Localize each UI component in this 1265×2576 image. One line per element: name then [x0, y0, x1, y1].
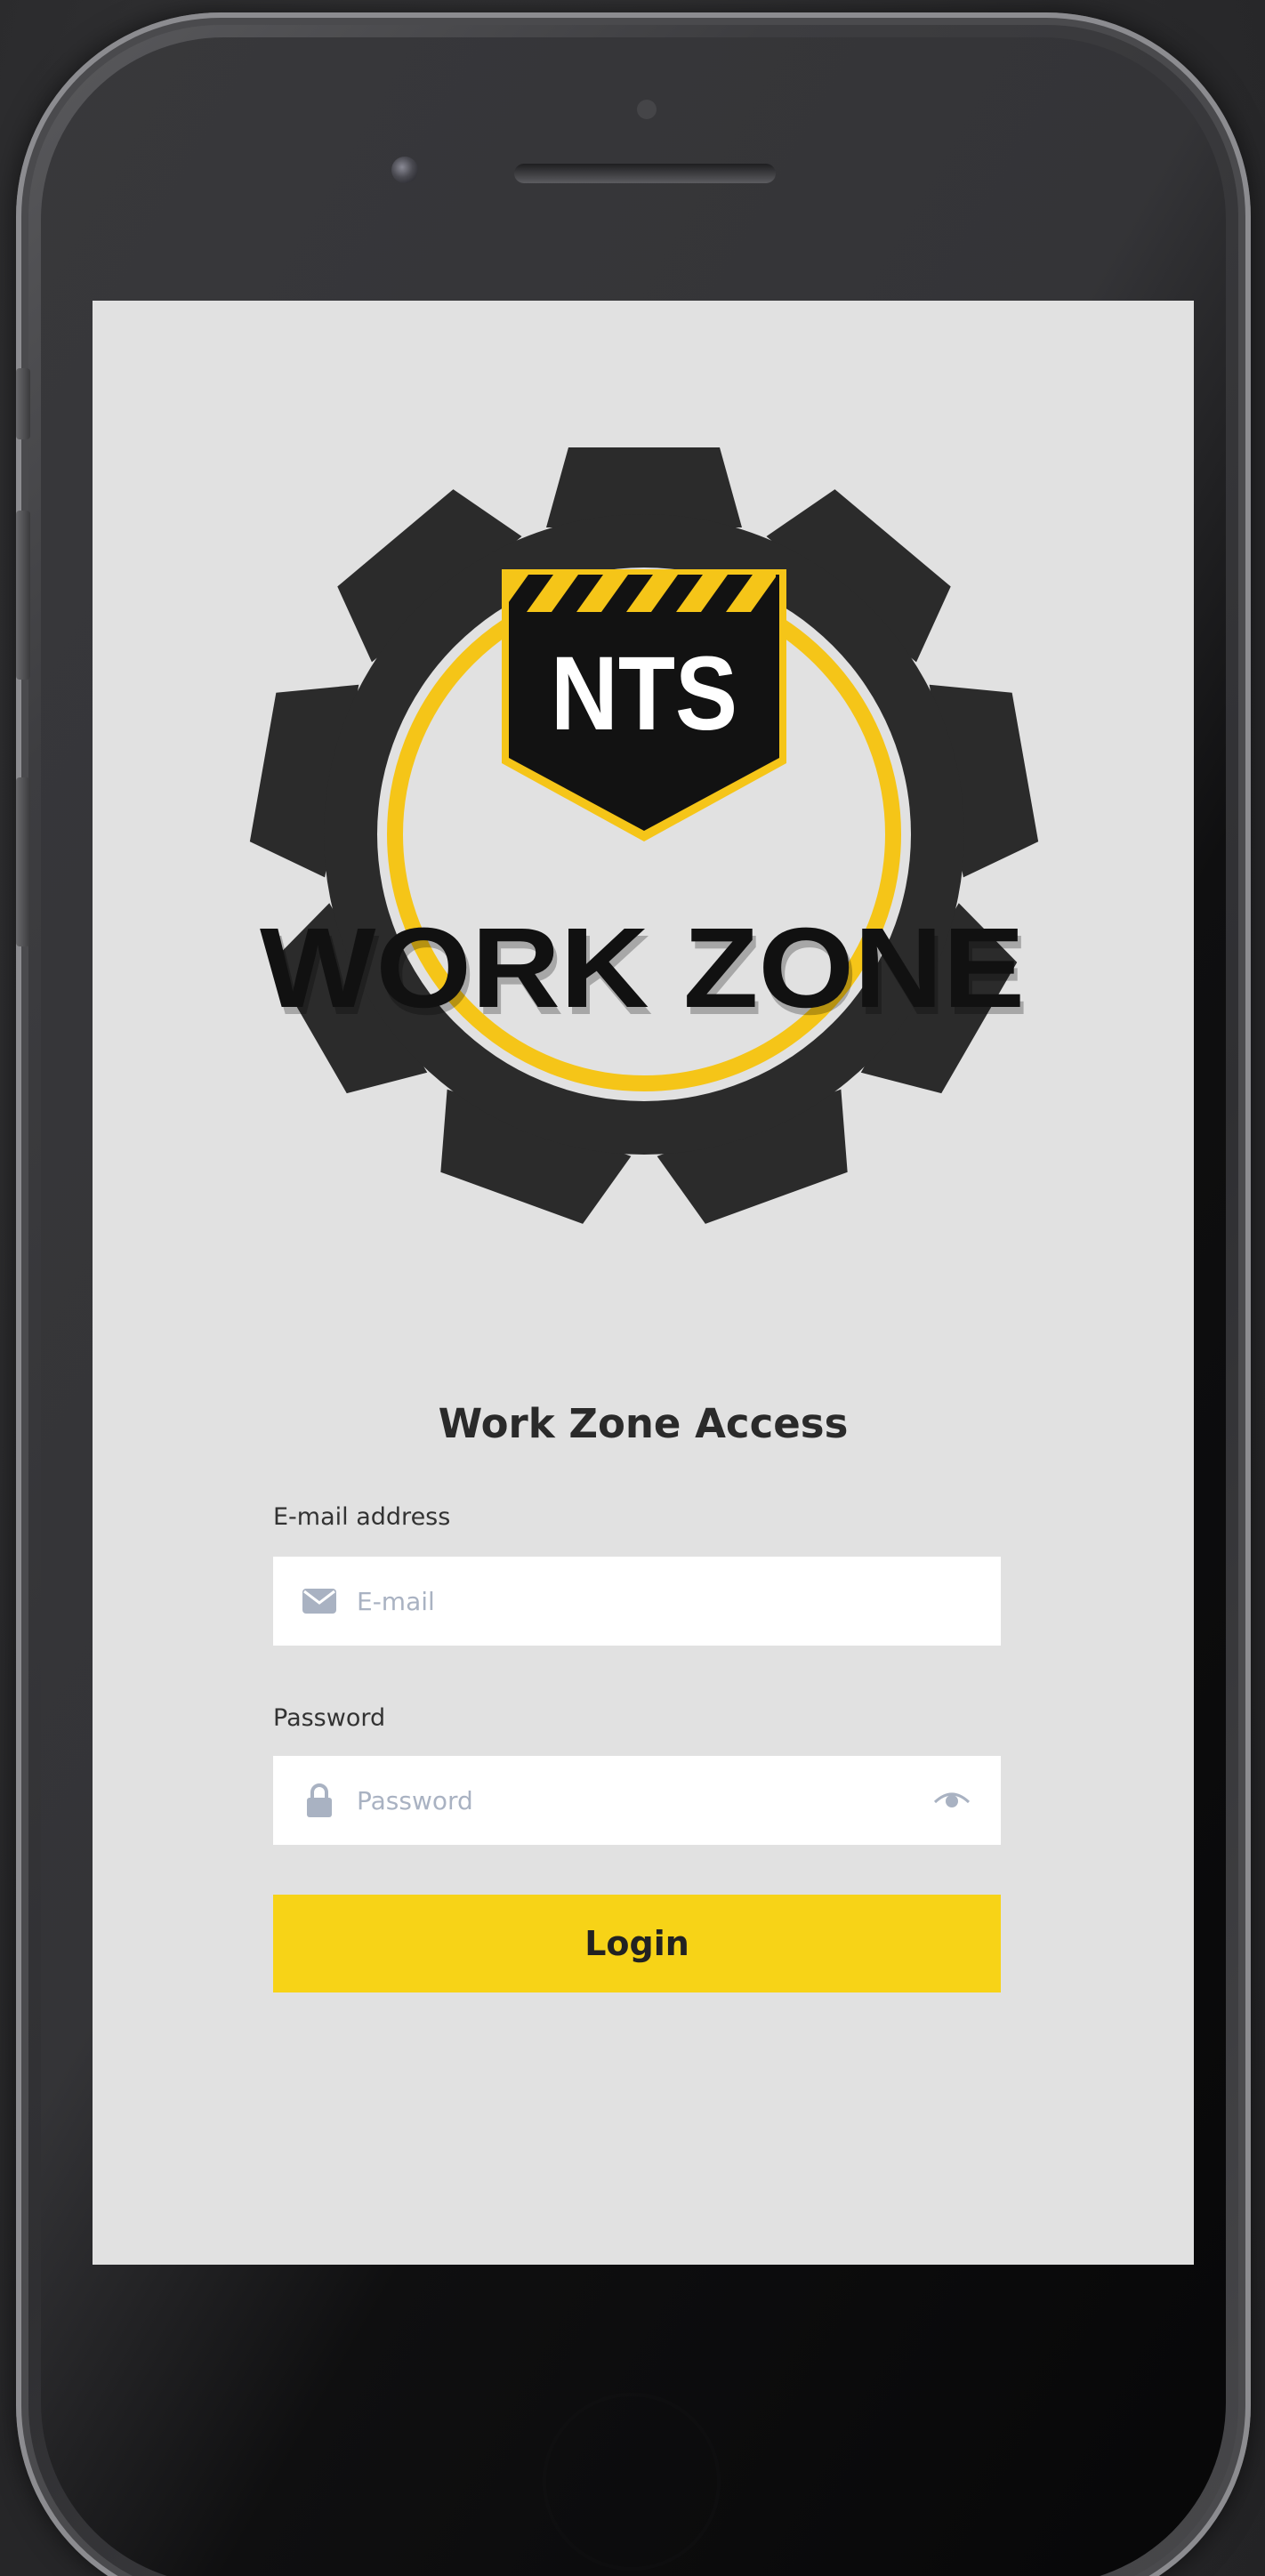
- volume-up-button: [16, 511, 30, 680]
- app-screen: NTS WORK ZONE WORK ZONE Work Zone Access…: [93, 301, 1194, 2265]
- email-label: E-mail address: [273, 1503, 451, 1531]
- home-area: [543, 2393, 721, 2571]
- volume-down-button: [16, 777, 30, 946]
- nts-work-zone-logo: NTS WORK ZONE WORK ZONE: [249, 447, 1039, 1224]
- badge-text: NTS: [551, 635, 737, 753]
- device-stage: NTS WORK ZONE WORK ZONE Work Zone Access…: [0, 0, 1265, 2576]
- envelope-icon: [300, 1582, 339, 1621]
- page-title: Work Zone Access: [438, 1400, 849, 1447]
- proximity-sensor: [637, 100, 657, 119]
- password-field[interactable]: [273, 1756, 1001, 1845]
- mute-switch: [16, 368, 30, 439]
- lock-icon: [300, 1781, 339, 1820]
- wordmark-text: WORK ZONE: [260, 905, 1025, 1032]
- earpiece-speaker: [514, 164, 776, 183]
- password-input[interactable]: [355, 1773, 930, 1828]
- login-button[interactable]: Login: [273, 1895, 1001, 1992]
- eye-icon[interactable]: [930, 1783, 974, 1818]
- email-input[interactable]: [355, 1574, 1001, 1629]
- front-camera-icon: [391, 157, 418, 183]
- password-label: Password: [273, 1704, 386, 1732]
- email-field[interactable]: [273, 1557, 1001, 1646]
